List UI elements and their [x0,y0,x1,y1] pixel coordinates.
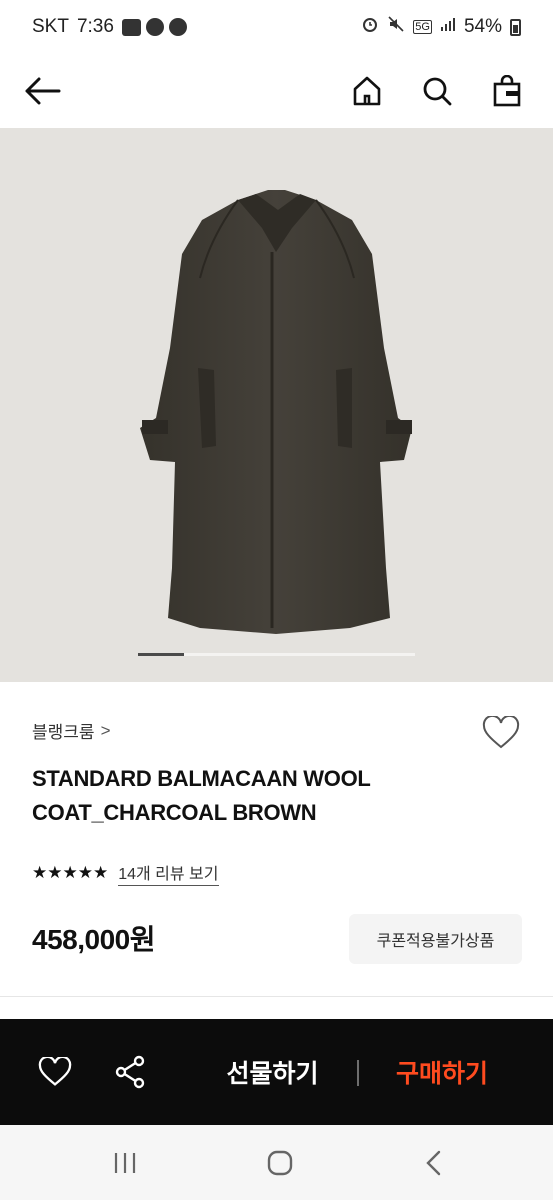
alarm-icon [361,15,379,39]
search-button[interactable] [413,67,461,115]
search-icon [423,77,452,106]
back-system-button[interactable] [414,1143,454,1183]
shopping-bag-icon [493,75,521,107]
carousel-progress-indicator [138,653,184,656]
share-icon [115,1055,145,1089]
system-navigation-bar [0,1125,553,1200]
heart-icon [38,1057,72,1086]
signal-icon [440,16,456,38]
gallery-notification-icon [121,18,141,36]
review-link[interactable]: 14개 리뷰 보기 [118,860,219,886]
back-button[interactable] [22,67,62,115]
cart-button[interactable] [483,67,531,115]
share-button[interactable] [110,1052,150,1092]
carrier-label: SKT [32,16,69,37]
wishlist-action-button[interactable] [35,1052,75,1092]
top-navigation [0,54,553,128]
home-icon [353,76,381,106]
carousel-progress-track [138,653,415,656]
battery-icon [510,18,521,36]
back-arrow-icon [25,77,61,105]
product-price: 458,000원 [32,924,155,955]
home-button[interactable] [343,67,391,115]
status-right: 5G 54% [361,15,521,39]
coupon-not-applicable-badge: 쿠폰적용불가상품 [349,914,522,964]
status-left: SKT 7:36 [32,16,187,38]
clock: 7:36 [76,16,114,37]
wishlist-button[interactable] [480,712,522,754]
brand-link[interactable]: 블랭크룸 > [32,718,111,743]
nav-actions [343,67,531,115]
chevron-right-icon: > [100,720,111,740]
recent-apps-icon [114,1153,136,1173]
recent-apps-button[interactable] [105,1143,145,1183]
star-rating: ★★★★★ [32,863,109,882]
home-circle-icon [267,1150,293,1176]
gift-button[interactable]: 선물하기 [190,1019,355,1125]
purchase-action-bar: 선물하기 구매하기 [0,1019,553,1125]
product-image-carousel[interactable] [0,128,553,682]
section-divider [0,996,553,997]
product-name-line-2: COAT_CHARCOAL BROWN [32,800,317,825]
network-type-label: 5G [413,20,432,34]
home-system-button[interactable] [260,1143,300,1183]
product-name: STANDARD BALMACAAN WOOL COAT_CHARCOAL BR… [32,762,472,830]
chevron-left-icon [426,1150,441,1176]
rating-row: ★★★★★ 14개 리뷰 보기 [32,860,219,886]
heart-icon [482,716,520,749]
app-notification-icon [145,18,164,36]
product-name-line-1: STANDARD BALMACAAN WOOL [32,766,371,791]
status-bar: SKT 7:36 5G 54% [0,0,553,54]
buy-button[interactable]: 구매하기 [362,1019,522,1125]
brand-name: 블랭크룸 [32,723,95,742]
battery-percent: 54% [463,16,502,37]
notification-icons [121,18,187,36]
app-notification-icon [168,18,187,36]
action-separator [357,1060,359,1086]
coat-product-photo [140,190,412,634]
mute-icon [387,15,405,39]
